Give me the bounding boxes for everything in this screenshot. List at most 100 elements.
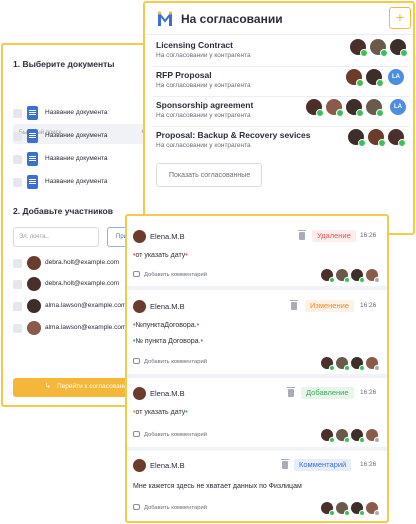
avatar xyxy=(335,356,350,371)
participant-email: alma.lawson@example.com xyxy=(45,302,127,309)
avatar xyxy=(369,38,388,57)
document-item[interactable]: Название документа xyxy=(13,106,151,120)
change-text: •№пунктаДоговора.• xyxy=(133,322,200,329)
approved-icon xyxy=(336,109,344,117)
avatar xyxy=(350,501,365,516)
step2-title: 2. Добавьте участников xyxy=(13,206,113,216)
avatar xyxy=(27,299,41,313)
add-comment-link[interactable]: Добавить комментарий xyxy=(133,504,207,511)
approved-icon xyxy=(344,437,350,443)
author-name: Elena.M.B xyxy=(150,461,185,470)
approved-icon xyxy=(356,79,364,87)
avatar xyxy=(347,128,366,147)
pending-icon xyxy=(374,365,380,371)
change-text: •от указать дату• xyxy=(133,409,188,416)
avatar xyxy=(345,68,364,87)
plus-icon[interactable]: + xyxy=(389,7,411,29)
avatar xyxy=(320,268,335,283)
participant-email: alma.lawson@example.com xyxy=(45,324,127,331)
agreement-item[interactable]: RFP Proposal На согласовании у контраген… xyxy=(145,68,413,98)
approved-icon xyxy=(360,49,368,57)
avatar xyxy=(320,428,335,443)
change-type-badge: Комментарий xyxy=(294,459,352,471)
document-checkbox[interactable] xyxy=(13,155,22,164)
add-comment-link[interactable]: Добавить комментарий xyxy=(133,271,207,278)
author-name: Elena.M.B xyxy=(150,302,185,311)
divider xyxy=(153,66,409,67)
agreement-status: На согласовании у контрагента xyxy=(156,142,251,149)
avatar xyxy=(320,356,335,371)
avatar xyxy=(365,428,380,443)
email-placeholder: Эл. почта.. xyxy=(19,234,49,240)
agreement-status: На согласовании у контрагента xyxy=(156,52,251,59)
agreement-status: На согласовании у контрагента xyxy=(156,82,251,89)
avatar xyxy=(320,501,335,516)
avatar xyxy=(350,428,365,443)
document-checkbox[interactable] xyxy=(13,178,22,187)
trash-icon[interactable] xyxy=(290,300,298,310)
agreement-name: Sponsorship agreement xyxy=(156,100,254,110)
agreement-item[interactable]: Licensing Contract На согласовании у кон… xyxy=(145,38,413,68)
agreement-name: Proposal: Backup & Recovery sevices xyxy=(156,130,311,140)
divider xyxy=(145,34,413,35)
avatar xyxy=(335,428,350,443)
approved-icon xyxy=(380,49,388,57)
avatar xyxy=(133,230,146,243)
email-field[interactable]: Эл. почта.. xyxy=(13,227,99,247)
change-type-badge: Удаление xyxy=(312,230,356,242)
add-comment-link[interactable]: Добавить комментарий xyxy=(133,358,207,365)
avatar xyxy=(365,98,384,117)
approved-icon xyxy=(344,365,350,371)
approved-icon xyxy=(376,79,384,87)
agreement-item[interactable]: Proposal: Backup & Recovery sevices На с… xyxy=(145,128,413,158)
agreement-status: На согласовании у контрагента xyxy=(156,112,251,119)
approved-icon xyxy=(376,109,384,117)
agreement-item[interactable]: Sponsorship agreement На согласовании у … xyxy=(145,98,413,128)
approved-icon xyxy=(329,365,335,371)
change-text: •от указать дату• xyxy=(133,252,188,259)
approved-icon xyxy=(329,510,335,516)
change-type-badge: Изменение xyxy=(305,300,354,312)
avatar: LA xyxy=(389,98,407,116)
avatar xyxy=(305,98,324,117)
document-checkbox[interactable] xyxy=(13,109,22,118)
participant-checkbox[interactable] xyxy=(13,324,22,333)
participant-checkbox[interactable] xyxy=(13,302,22,311)
document-icon xyxy=(27,175,38,189)
go-button-label: Перейти к согласованию xyxy=(57,383,132,390)
author-name: Elena.M.B xyxy=(150,389,185,398)
approved-icon xyxy=(329,277,335,283)
trash-icon[interactable] xyxy=(281,459,289,469)
approved-icon xyxy=(359,510,365,516)
document-icon xyxy=(27,129,38,143)
avatar xyxy=(27,321,41,335)
author-name: Elena.M.B xyxy=(150,232,185,241)
document-item[interactable]: Название документа xyxy=(13,129,151,143)
document-checkbox[interactable] xyxy=(13,132,22,141)
document-label: Название документа xyxy=(45,132,108,139)
approved-icon xyxy=(378,139,386,147)
approved-icon xyxy=(359,365,365,371)
avatar xyxy=(365,501,380,516)
approved-icon xyxy=(344,277,350,283)
participant-checkbox[interactable] xyxy=(13,280,22,289)
add-comment-link[interactable]: Добавить комментарий xyxy=(133,431,207,438)
trash-icon[interactable] xyxy=(287,387,295,397)
divider xyxy=(153,96,409,97)
approved-icon xyxy=(329,437,335,443)
avatar xyxy=(387,128,406,147)
pending-icon xyxy=(374,510,380,516)
avatar xyxy=(349,38,368,57)
document-item[interactable]: Название документа xyxy=(13,152,151,166)
document-item[interactable]: Название документа xyxy=(13,175,151,189)
divider xyxy=(127,286,387,290)
approved-icon xyxy=(400,49,408,57)
document-icon xyxy=(27,152,38,166)
divider xyxy=(127,374,387,378)
comment-icon xyxy=(133,431,140,437)
show-approved-button[interactable]: Показать согласованные xyxy=(156,163,262,187)
avatar xyxy=(365,268,380,283)
participant-checkbox[interactable] xyxy=(13,259,22,268)
trash-icon[interactable] xyxy=(298,230,306,240)
document-label: Название документа xyxy=(45,109,108,116)
